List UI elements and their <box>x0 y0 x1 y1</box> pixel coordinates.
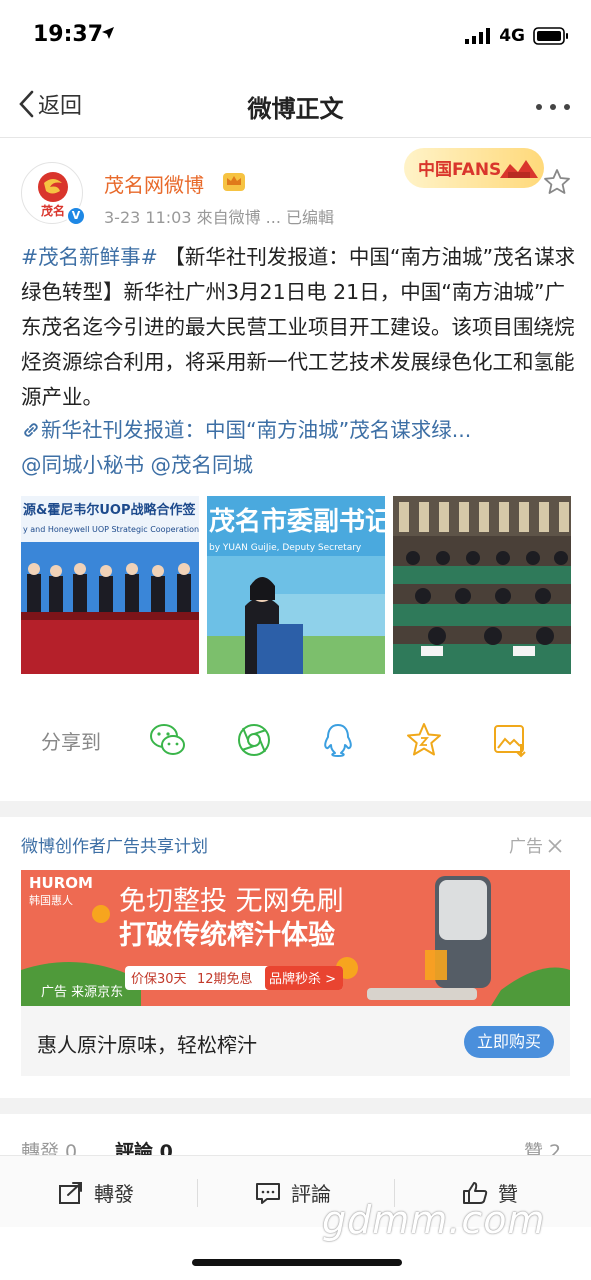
svg-text:免切整投 无网免刷: 免切整投 无网免刷 <box>119 886 344 917</box>
status-time: 19:37 <box>33 22 104 47</box>
moments-icon[interactable] <box>234 720 274 760</box>
svg-text:by YUAN GuiJie, Deputy Secreta: by YUAN GuiJie, Deputy Secretary <box>209 543 362 553</box>
svg-text:品牌秒杀 >: 品牌秒杀 > <box>269 971 336 987</box>
ad-footer: 惠人原汁原味，轻松榨汁 立即购买 <box>21 1006 570 1076</box>
mentions: @同城小秘书 @茂名同城 <box>21 448 253 483</box>
svg-text:价保30天: 价保30天 <box>131 972 187 987</box>
post-photo[interactable]: 源&霍尼韦尔UOP战略合作签 y and Honeywell UOP Strat… <box>21 496 199 674</box>
author-name[interactable]: 茂名网微博 <box>104 169 204 198</box>
status-indicators: 4G <box>465 26 569 46</box>
svg-text:打破传统榨汁体验: 打破传统榨汁体验 <box>119 919 335 951</box>
svg-text:y and Honeywell UOP Strategic: y and Honeywell UOP Strategic Cooperatio… <box>23 525 199 534</box>
ad-caption: 惠人原汁原味，轻松榨汁 <box>37 1033 257 1057</box>
post-meta: 3-23 11:03 來自微博 ... 已编輯 <box>104 208 335 227</box>
ad-close-button[interactable]: 广告 <box>509 832 562 857</box>
svg-text:韩国惠人: 韩国惠人 <box>29 893 73 907</box>
comment-button[interactable]: 評論 <box>255 1178 331 1207</box>
more-dots-icon <box>536 104 570 110</box>
post-photo[interactable]: 茂名市委副书记 by YUAN GuiJie, Deputy Secretary <box>207 496 385 674</box>
repost-icon <box>59 1181 82 1204</box>
svg-text:源&霍尼韦尔UOP战略合作签: 源&霍尼韦尔UOP战略合作签 <box>23 502 196 518</box>
hashtag-link[interactable]: #茂名新鲜事# <box>21 245 158 269</box>
network-type: 4G <box>499 26 525 46</box>
favorite-star-icon[interactable] <box>543 168 571 196</box>
buy-now-button[interactable]: 立即购买 <box>464 1026 554 1058</box>
repost-label: 轉發 <box>94 1182 134 1206</box>
article-link[interactable]: 新华社刊发报道：中国“南方油城”茂名谋求绿... <box>21 413 581 448</box>
signing-ceremony-image: 源&霍尼韦尔UOP战略合作签 y and Honeywell UOP Strat… <box>21 496 199 674</box>
mention-link[interactable]: @茂名同城 <box>151 453 254 477</box>
svg-text:HUROM: HUROM <box>29 874 93 892</box>
post-text: #茂名新鲜事# 【新华社刊发报道：中国“南方油城”茂名谋求绿色转型】新华社广州3… <box>21 240 577 415</box>
speaker-image: 茂名市委副书记 by YUAN GuiJie, Deputy Secretary <box>207 496 385 674</box>
ad-program-header[interactable]: 微博创作者广告共享计划 <box>21 832 208 857</box>
home-indicator <box>192 1259 402 1266</box>
share-row: 分享到 <box>0 710 591 770</box>
post-body-text: 【新华社刊发报道：中国“南方油城”茂名谋求绿色转型】新华社广州3月21日电 21… <box>21 245 576 409</box>
favorite-icon[interactable] <box>404 720 444 760</box>
qq-icon[interactable] <box>318 720 358 760</box>
more-options-button[interactable] <box>535 90 571 118</box>
juicer-ad-image: HUROM 韩国惠人 免切整投 无网免刷 打破传统榨汁体验 价保30天 12期免… <box>21 870 570 1006</box>
crown-vip-icon <box>223 173 245 191</box>
action-divider <box>197 1179 198 1207</box>
comment-icon <box>256 1182 280 1204</box>
china-fans-badge-icon: 中国FANS <box>404 148 544 188</box>
repost-button[interactable]: 轉發 <box>58 1178 134 1207</box>
close-icon <box>548 839 562 853</box>
verified-badge-icon: V <box>66 206 86 226</box>
post-photo[interactable] <box>393 496 571 674</box>
article-link-text: 新华社刊发报道：中国“南方油城”茂名谋求绿... <box>41 418 472 442</box>
battery-icon <box>533 27 568 45</box>
mention-link[interactable]: @同城小秘书 <box>21 453 144 477</box>
post-header: 茂名 V 茂名网微博 3-23 11:03 來自微博 ... 已编輯 中国FAN… <box>0 138 591 233</box>
ad-banner[interactable]: HUROM 韩国惠人 免切整投 无网免刷 打破传统榨汁体验 价保30天 12期免… <box>21 870 570 1006</box>
link-icon <box>24 423 38 437</box>
signal-icon <box>465 28 491 44</box>
svg-text:广告 来源京东: 广告 来源京东 <box>41 985 123 1000</box>
svg-text:茂名: 茂名 <box>41 203 65 218</box>
share-label: 分享到 <box>41 730 101 754</box>
ad-label: 广告 <box>509 837 543 857</box>
section-divider <box>0 1098 591 1114</box>
watermark: gdmm.com <box>322 1198 546 1242</box>
location-arrow-icon <box>102 27 114 39</box>
svg-text:茂名市委副书记: 茂名市委副书记 <box>209 506 385 537</box>
nav-bar: 返回 微博正文 <box>0 72 591 138</box>
save-image-icon[interactable] <box>490 720 530 760</box>
section-divider <box>0 801 591 817</box>
status-bar: 19:37 4G <box>0 0 591 72</box>
audience-image <box>393 496 571 674</box>
svg-text:中国FANS: 中国FANS <box>418 159 501 180</box>
page-title: 微博正文 <box>247 95 344 123</box>
wechat-icon[interactable] <box>148 720 188 760</box>
svg-text:12期免息: 12期免息 <box>197 971 253 987</box>
